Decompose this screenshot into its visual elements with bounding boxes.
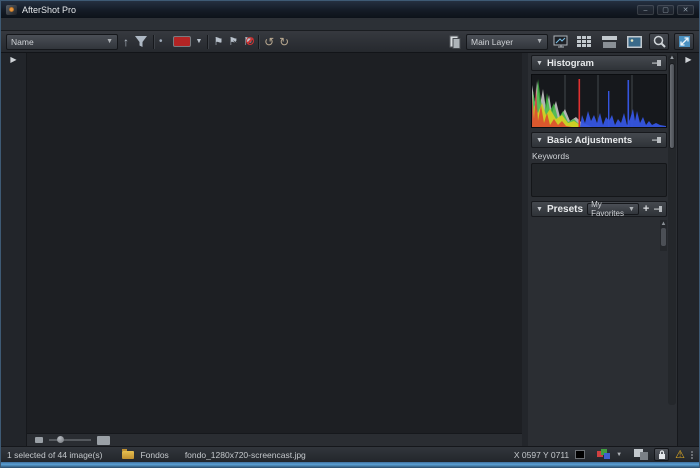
rotate-right-icon[interactable]: ↻	[279, 34, 289, 50]
layer-dropdown[interactable]: Main Layer▼	[466, 34, 548, 50]
dual-monitor-icon[interactable]	[553, 35, 569, 48]
presets-header[interactable]: ▼ Presets My Favorites▼ +	[531, 201, 667, 217]
scroll-up-icon[interactable]: ▲	[660, 220, 667, 228]
chevron-down-icon: ▼	[628, 206, 635, 213]
color-label-swatch[interactable]	[173, 36, 191, 47]
soft-proof-icon[interactable]	[634, 449, 648, 460]
slider-handle[interactable]	[57, 436, 64, 443]
presets-favorites-dropdown[interactable]: My Favorites▼	[587, 203, 639, 215]
panel-scrollbar[interactable]: ▲	[668, 55, 676, 405]
collapse-caret-icon[interactable]: ▼	[536, 206, 543, 213]
histogram-title: Histogram	[547, 58, 594, 69]
warning-icon[interactable]: ⚠	[675, 448, 685, 461]
title-bar: AfterShot Pro – ▢ ✕	[1, 1, 699, 18]
rating-none-icon[interactable]: •	[159, 36, 163, 47]
flag-pick-icon[interactable]: ⚑	[213, 34, 223, 50]
folder-icon	[122, 451, 134, 459]
menu-bar	[1, 18, 699, 31]
minimize-button[interactable]: –	[637, 5, 654, 15]
rotate-left-icon[interactable]: ↺	[264, 34, 274, 50]
presets-title: Presets	[547, 204, 583, 215]
left-tab-strip: ▶	[1, 53, 27, 446]
scrollbar-thumb[interactable]	[661, 228, 666, 246]
chevron-down-icon: ▼	[536, 38, 543, 45]
app-icon	[6, 5, 17, 15]
resize-grip[interactable]	[691, 451, 693, 459]
toolbar-separator	[258, 35, 259, 49]
toolbar-separator	[207, 35, 208, 49]
small-thumbnails-icon[interactable]	[35, 437, 43, 443]
current-filename: fondo_1280x720-screencast.jpg	[185, 450, 306, 460]
toolbar-separator	[153, 35, 154, 49]
scrollbar-thumb[interactable]	[669, 63, 675, 149]
app-window: AfterShot Pro – ▢ ✕ Name▼ ↑ • ▼ ⚑ ⚑✕ ⚑ ↺…	[0, 0, 700, 468]
histogram-canvas	[531, 74, 667, 128]
flag-clear-icon[interactable]: ⚑	[243, 34, 253, 50]
presets-scrollbar[interactable]: ▲	[660, 220, 667, 251]
current-folder[interactable]: Fondos	[140, 450, 168, 460]
selection-count: 1 selected of 44 image(s)	[7, 450, 102, 460]
status-bar: 1 selected of 44 image(s) Fondos fondo_1…	[1, 446, 699, 462]
histogram-header[interactable]: ▼ Histogram	[531, 55, 667, 71]
chevron-down-icon: ▼	[106, 38, 113, 45]
filter-funnel-icon[interactable]	[134, 35, 148, 48]
chevron-down-icon[interactable]: ▼	[616, 452, 622, 458]
sort-direction-icon[interactable]: ↑	[123, 34, 129, 50]
color-management-icon[interactable]	[597, 449, 610, 460]
presets-list: ▲	[531, 220, 667, 251]
color-label-caret-icon[interactable]: ▼	[196, 34, 203, 50]
basic-adjustments-header[interactable]: ▼ Basic Adjustments	[531, 132, 667, 148]
thumbnail-zoom-bar	[27, 433, 522, 446]
maximize-button[interactable]: ▢	[657, 5, 674, 15]
keywords-input[interactable]	[531, 163, 667, 197]
filmstrip-view-icon[interactable]	[599, 33, 619, 50]
thumbnail-grid	[27, 53, 522, 433]
image-view-icon[interactable]	[624, 33, 644, 50]
toolbar: Name▼ ↑ • ▼ ⚑ ⚑✕ ⚑ ↺ ↻ Main Layer▼	[1, 31, 699, 53]
right-tab-strip: ▶	[677, 53, 699, 446]
pin-icon[interactable]	[651, 59, 662, 67]
keywords-label: Keywords	[532, 151, 667, 161]
scroll-up-icon[interactable]: ▲	[668, 55, 676, 62]
collapse-caret-icon[interactable]: ▼	[536, 137, 543, 144]
flag-reject-icon[interactable]: ⚑✕	[228, 34, 238, 50]
collapse-caret-icon[interactable]: ▼	[536, 60, 543, 67]
thumbnail-view-icon[interactable]	[574, 33, 594, 50]
sampled-color-swatch	[575, 450, 585, 459]
window-frame-bottom	[1, 462, 699, 468]
lock-button[interactable]	[654, 448, 669, 461]
sort-field-dropdown[interactable]: Name▼	[6, 34, 118, 50]
window-title: AfterShot Pro	[22, 5, 76, 15]
add-preset-button[interactable]: +	[643, 203, 649, 215]
fullscreen-icon[interactable]	[674, 33, 694, 50]
pin-icon[interactable]	[651, 136, 662, 144]
right-panel: ▼ Histogram ▼ Basic Adjustments Keywor	[528, 53, 677, 446]
magnifier-icon[interactable]	[649, 33, 669, 50]
cursor-coordinates: X 0597 Y 0711	[514, 450, 569, 460]
pin-icon[interactable]	[653, 205, 662, 213]
basic-adjustments-title: Basic Adjustments	[547, 135, 632, 146]
collapse-left-panel-icon[interactable]: ▶	[1, 53, 26, 66]
copy-settings-icon[interactable]	[448, 35, 461, 49]
large-thumbnails-icon[interactable]	[97, 436, 110, 445]
collapse-right-panel-icon[interactable]: ▶	[678, 53, 699, 66]
close-button[interactable]: ✕	[677, 5, 694, 15]
thumbnail-size-slider[interactable]	[49, 439, 91, 441]
